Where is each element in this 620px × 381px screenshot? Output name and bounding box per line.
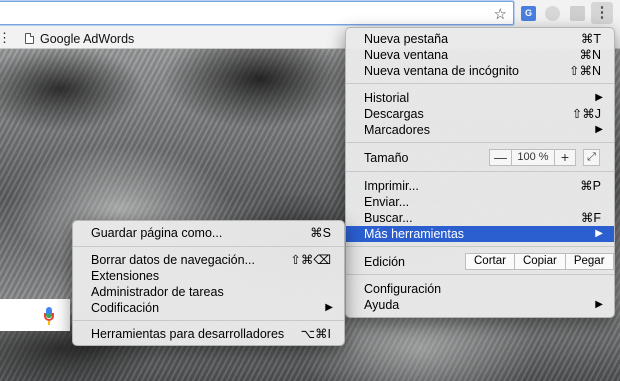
shortcut-label: ⌘T	[580, 32, 601, 46]
bookmark-label: Google AdWords	[40, 31, 135, 46]
cut-button[interactable]: Cortar	[465, 253, 515, 270]
menu-item-print[interactable]: Imprimir... ⌘P	[346, 178, 614, 194]
menu-item-settings[interactable]: Configuración	[346, 281, 614, 297]
submenu-arrow-icon: ▶	[595, 92, 603, 103]
menu-item-send[interactable]: Enviar...	[346, 194, 614, 210]
menu-item-downloads[interactable]: Descargas ⇧⌘J	[346, 106, 614, 122]
menu-separator	[73, 320, 344, 321]
menu-item-encoding[interactable]: Codificación ▶	[73, 300, 344, 316]
zoom-level: 100 %	[512, 150, 555, 165]
bookmark-item[interactable]: Google AdWords	[25, 30, 134, 47]
paste-button[interactable]: Pegar	[564, 253, 614, 270]
menu-item-find[interactable]: Buscar... ⌘F	[346, 210, 614, 226]
copy-button[interactable]: Copiar	[513, 253, 566, 270]
menu-item-new-tab[interactable]: Nueva pestaña ⌘T	[346, 31, 614, 47]
zoom-in-button[interactable]: +	[555, 150, 575, 165]
menu-item-save-page[interactable]: Guardar página como... ⌘S	[73, 225, 344, 241]
menu-item-bookmarks[interactable]: Marcadores ▶	[346, 122, 614, 138]
menu-separator	[346, 83, 614, 84]
menu-item-developer-tools[interactable]: Herramientas para desarrolladores ⌥⌘I	[73, 326, 344, 342]
submenu-arrow-icon: ▶	[325, 302, 333, 313]
bookmark-star-icon[interactable]: ☆	[494, 5, 507, 23]
shortcut-label: ⌘S	[310, 226, 331, 240]
menu-item-help[interactable]: Ayuda ▶	[346, 297, 614, 313]
shortcut-label: ⇧⌘N	[568, 64, 601, 78]
translate-extension-icon[interactable]: G	[521, 6, 536, 21]
edit-buttons: Cortar Copiar Pegar	[465, 253, 614, 270]
shortcut-label: ⌥⌘I	[300, 327, 331, 341]
menu-separator	[346, 274, 614, 275]
menu-item-history[interactable]: Historial ▶	[346, 90, 614, 106]
menu-separator	[346, 246, 614, 247]
extension-icon[interactable]	[545, 6, 560, 21]
shortcut-label: ⌘P	[580, 179, 601, 193]
shortcut-label: ⌘N	[579, 48, 601, 62]
submenu-arrow-icon: ▶	[595, 124, 603, 135]
extension-icon[interactable]	[570, 6, 585, 21]
bookmarks-overflow-icon[interactable]: ⋮	[0, 30, 11, 46]
chrome-menu-button[interactable]: ⋮	[591, 2, 613, 24]
menu-item-extensions[interactable]: Extensiones	[73, 268, 344, 284]
submenu-arrow-icon: ▶	[595, 299, 603, 310]
shortcut-label: ⇧⌘J	[571, 107, 601, 121]
page-icon	[25, 33, 34, 44]
microphone-icon[interactable]	[44, 307, 54, 325]
menu-item-clear-browsing-data[interactable]: Borrar datos de navegación... ⇧⌘⌫	[73, 252, 344, 268]
menu-item-more-tools[interactable]: Más herramientas ▶	[346, 226, 614, 242]
chrome-main-menu: Nueva pestaña ⌘T Nueva ventana ⌘N Nueva …	[345, 27, 615, 318]
menu-item-new-window[interactable]: Nueva ventana ⌘N	[346, 47, 614, 63]
submenu-arrow-icon: ▶	[595, 228, 603, 239]
menu-separator	[346, 142, 614, 143]
menu-separator	[346, 171, 614, 172]
menu-separator	[73, 246, 344, 247]
menu-item-incognito[interactable]: Nueva ventana de incógnito ⇧⌘N	[346, 63, 614, 79]
browser-toolbar: ☆ G ⋮	[0, 0, 620, 28]
shortcut-label: ⌘F	[580, 211, 601, 225]
menu-item-task-manager[interactable]: Administrador de tareas	[73, 284, 344, 300]
address-bar[interactable]: ☆	[0, 1, 514, 25]
more-tools-submenu: Guardar página como... ⌘S Borrar datos d…	[72, 220, 345, 346]
search-input[interactable]	[0, 299, 70, 331]
zoom-control: — 100 % +	[489, 149, 576, 166]
zoom-out-button[interactable]: —	[490, 150, 512, 165]
shortcut-label: ⇧⌘⌫	[290, 253, 331, 267]
fullscreen-icon[interactable]: ⤢	[583, 149, 600, 166]
